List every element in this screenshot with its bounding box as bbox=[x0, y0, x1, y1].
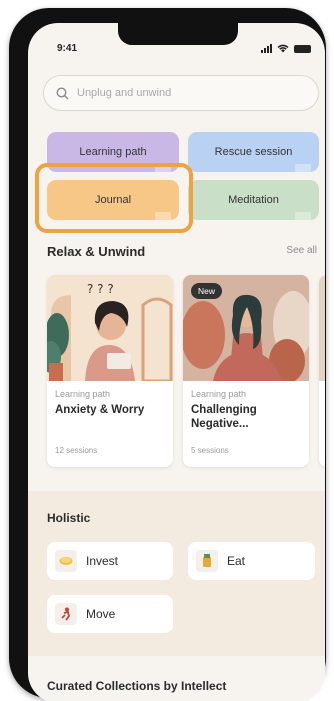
battery-icon bbox=[294, 45, 311, 53]
card-type: Learning path bbox=[191, 389, 247, 399]
meditation-button[interactable]: Meditation bbox=[188, 180, 319, 220]
holistic-item-eat[interactable]: Eat bbox=[188, 542, 315, 580]
card-partial[interactable]: L F bbox=[319, 275, 325, 467]
curated-collections-title: Curated Collections by Intellect bbox=[47, 679, 227, 693]
relax-section-title: Relax & Unwind bbox=[47, 244, 146, 259]
status-time: 9:41 bbox=[57, 43, 78, 54]
card-sessions: 5 sessions bbox=[191, 446, 229, 455]
rescue-session-button[interactable]: Rescue session bbox=[188, 132, 319, 172]
svg-text:? ? ?: ? ? ? bbox=[87, 282, 114, 296]
signal-icon bbox=[261, 44, 272, 53]
coin-icon bbox=[55, 550, 77, 572]
journal-highlight-outline bbox=[35, 163, 193, 233]
worried-person-illustration: ? ? ? bbox=[47, 275, 173, 381]
notch bbox=[118, 23, 238, 45]
learning-path-label: Learning path bbox=[79, 146, 147, 158]
see-all-link[interactable]: See all bbox=[286, 245, 317, 256]
holistic-item-label: Move bbox=[86, 607, 116, 621]
new-badge: New bbox=[191, 283, 223, 299]
pill-decoration bbox=[295, 164, 311, 172]
holistic-title: Holistic bbox=[47, 511, 91, 525]
card-sessions: 12 sessions bbox=[55, 446, 98, 455]
holistic-item-label: Eat bbox=[227, 554, 246, 568]
rescue-session-label: Rescue session bbox=[214, 146, 293, 158]
card-type: Learning path bbox=[55, 389, 111, 399]
card-illustration: New bbox=[183, 275, 309, 381]
running-icon bbox=[55, 603, 77, 625]
card-illustration: ? ? ? bbox=[47, 275, 173, 381]
search-bar[interactable] bbox=[43, 75, 319, 111]
app-screen: 9:41 Learning path bbox=[28, 23, 325, 701]
card-anxiety-worry[interactable]: ? ? ? Learning path Anxiety & Worry 12 s… bbox=[47, 275, 173, 467]
holistic-item-invest[interactable]: Invest bbox=[47, 542, 173, 580]
card-challenging-negative[interactable]: New Learning path Challenging Negative..… bbox=[183, 275, 309, 467]
holistic-item-label: Invest bbox=[86, 554, 119, 568]
holistic-item-move[interactable]: Move bbox=[47, 595, 173, 633]
card-title: Challenging Negative... bbox=[191, 404, 257, 430]
search-icon bbox=[56, 86, 69, 99]
phone-frame: 9:41 Learning path bbox=[9, 8, 326, 701]
card-illustration bbox=[319, 275, 325, 381]
meditation-label: Meditation bbox=[228, 194, 279, 206]
search-input[interactable] bbox=[77, 87, 277, 99]
card-title: Anxiety & Worry bbox=[55, 404, 145, 416]
food-icon bbox=[196, 550, 218, 572]
wifi-icon bbox=[277, 44, 289, 53]
pill-decoration bbox=[295, 212, 311, 220]
